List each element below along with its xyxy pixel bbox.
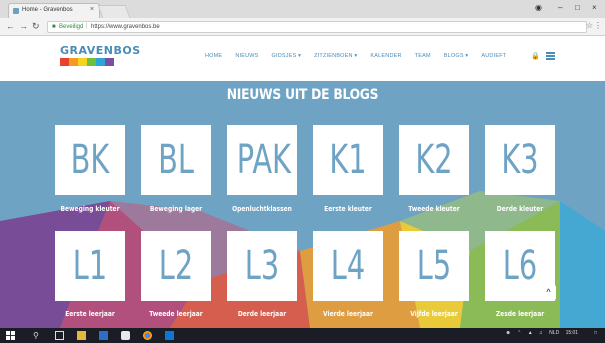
browser-tab[interactable]: Home - Gravenbos × [8, 3, 100, 18]
nav-item-gidsjes[interactable]: GIDSJES ▾ [272, 53, 302, 59]
favicon-icon [13, 8, 19, 14]
system-tray: ☻ ⌃ ▲ ♫ NLD 15:01 □ [500, 330, 597, 336]
profile-icon[interactable]: ◉ [535, 3, 542, 12]
url-separator: | [86, 23, 88, 29]
blog-tile-pak[interactable]: PAK [227, 125, 297, 195]
store-icon[interactable] [99, 331, 108, 340]
people-icon[interactable]: ☻ [505, 330, 510, 336]
tab-title: Home - Gravenbos [22, 7, 73, 13]
browser-menu-icon[interactable]: ⋮ [594, 21, 602, 30]
blog-tile-k1[interactable]: K1 [313, 125, 383, 195]
blog-code: L2 [158, 243, 194, 289]
blog-code: L6 [502, 243, 538, 289]
blog-code: L5 [416, 243, 452, 289]
blog-label-l3[interactable]: Derde leerjaar [224, 310, 301, 318]
new-tab-button[interactable] [97, 5, 131, 18]
nav-item-team[interactable]: TEAM [415, 53, 431, 59]
blog-code: BK [70, 137, 110, 183]
blog-label-l5[interactable]: Vijfde leerjaar [396, 310, 473, 318]
maximize-button[interactable]: □ [575, 3, 580, 12]
nav-item-home[interactable]: HOME [205, 53, 222, 59]
action-center-icon[interactable]: □ [594, 330, 597, 336]
windows-start-icon[interactable] [6, 331, 15, 340]
blog-code: PAK [236, 137, 291, 183]
blog-label-pak[interactable]: Openluchtklassen [224, 205, 301, 213]
blog-code: BL [158, 137, 194, 183]
main-nav: HOME NIEUWS GIDSJES ▾ ZITZIENBOEN ▾ KALE… [205, 53, 519, 59]
blog-label-k3[interactable]: Derde kleuter [482, 205, 559, 213]
blogs-section: NIEUWS UIT DE BLOGS BK BL PAK K1 K2 K3 B… [0, 81, 605, 328]
clock[interactable]: 15:01 [566, 330, 588, 336]
blog-code: K2 [415, 137, 453, 183]
browser-toolbar: ← → ↻ ■ Beveiligd | https://www.gravenbo… [0, 18, 605, 36]
reload-icon[interactable]: ↻ [32, 21, 40, 32]
blog-code: L3 [244, 243, 280, 289]
blog-label-bl[interactable]: Beweging lager [138, 205, 215, 213]
nav-item-nieuws[interactable]: NIEUWS [235, 53, 258, 59]
blog-tile-l2[interactable]: L2 [141, 231, 211, 301]
logo-color-bar [78, 58, 87, 66]
browser-tabstrip: Home - Gravenbos × ◉ – □ × [0, 0, 605, 18]
close-window-button[interactable]: × [592, 3, 597, 12]
blog-tile-l5[interactable]: L5 [399, 231, 469, 301]
chrome-icon[interactable] [143, 331, 152, 340]
logo-color-bar [87, 58, 96, 66]
volume-icon[interactable]: ♫ [539, 330, 543, 336]
nav-item-kalender[interactable]: KALENDER [370, 53, 401, 59]
tab-close-icon[interactable]: × [90, 6, 94, 13]
minimize-button[interactable]: – [558, 3, 562, 12]
blog-label-l1[interactable]: Eerste leerjaar [52, 310, 129, 318]
blog-tile-k3[interactable]: K3 [485, 125, 555, 195]
language-indicator[interactable]: NLD [549, 330, 559, 336]
blog-code: K1 [329, 137, 367, 183]
blog-label-l2[interactable]: Tweede leerjaar [138, 310, 215, 318]
blog-tile-l1[interactable]: L1 [55, 231, 125, 301]
blog-tile-k2[interactable]: K2 [399, 125, 469, 195]
nav-item-zitzienboen[interactable]: ZITZIENBOEN ▾ [314, 53, 357, 59]
task-view-icon[interactable] [55, 331, 64, 340]
blog-label-l4[interactable]: Vierde leerjaar [310, 310, 387, 318]
bookmark-star-icon[interactable]: ☆ [586, 21, 593, 30]
nav-item-audieft[interactable]: AUDIEFT [481, 53, 506, 59]
forward-arrow-icon[interactable]: → [19, 21, 28, 31]
network-icon[interactable]: ▲ [528, 330, 533, 336]
tray-chevron-icon[interactable]: ⌃ [517, 330, 521, 336]
hamburger-menu-icon[interactable] [546, 52, 555, 60]
windows-taskbar: ⚲ ☻ ⌃ ▲ ♫ NLD 15:01 □ [0, 328, 605, 343]
blog-tile-bl[interactable]: BL [141, 125, 211, 195]
login-lock-icon[interactable]: 🔒 [531, 52, 540, 60]
blog-code: L4 [330, 243, 366, 289]
logo-color-bar [105, 58, 114, 66]
blog-tile-bk[interactable]: BK [55, 125, 125, 195]
lock-icon: ■ [52, 24, 56, 30]
section-title: NIEUWS UIT DE BLOGS [226, 87, 379, 103]
logo-color-bars [60, 58, 114, 66]
blog-code: K3 [501, 137, 539, 183]
outlook-icon[interactable] [165, 331, 174, 340]
site-header: GRAVENBOS HOME NIEUWS GIDSJES ▾ ZITZIENB… [0, 36, 605, 81]
logo-color-bar [69, 58, 78, 66]
logo-text: GRAVENBOS [60, 44, 141, 57]
back-arrow-icon[interactable]: ← [6, 21, 15, 31]
blog-label-l6[interactable]: Zesde leerjaar [482, 310, 559, 318]
blog-label-k1[interactable]: Eerste kleuter [310, 205, 387, 213]
back-to-top-button[interactable]: ^ [541, 285, 556, 300]
address-bar[interactable]: ■ Beveiligd | https://www.gravenbos.be [47, 21, 587, 33]
blog-tile-l4[interactable]: L4 [313, 231, 383, 301]
search-icon[interactable]: ⚲ [33, 331, 42, 340]
blog-tile-l3[interactable]: L3 [227, 231, 297, 301]
logo-color-bar [96, 58, 105, 66]
app-icon[interactable] [121, 331, 130, 340]
logo-color-bar [60, 58, 69, 66]
blog-code: L1 [72, 243, 108, 289]
nav-item-blogs[interactable]: BLOGS ▾ [444, 53, 469, 59]
secure-label: Beveiligd [59, 24, 84, 30]
blog-label-bk[interactable]: Beweging kleuter [52, 205, 129, 213]
file-explorer-icon[interactable] [77, 331, 86, 340]
blog-label-k2[interactable]: Tweede kleuter [396, 205, 473, 213]
site-logo[interactable]: GRAVENBOS [60, 44, 140, 70]
url-text: https://www.gravenbos.be [91, 24, 160, 30]
